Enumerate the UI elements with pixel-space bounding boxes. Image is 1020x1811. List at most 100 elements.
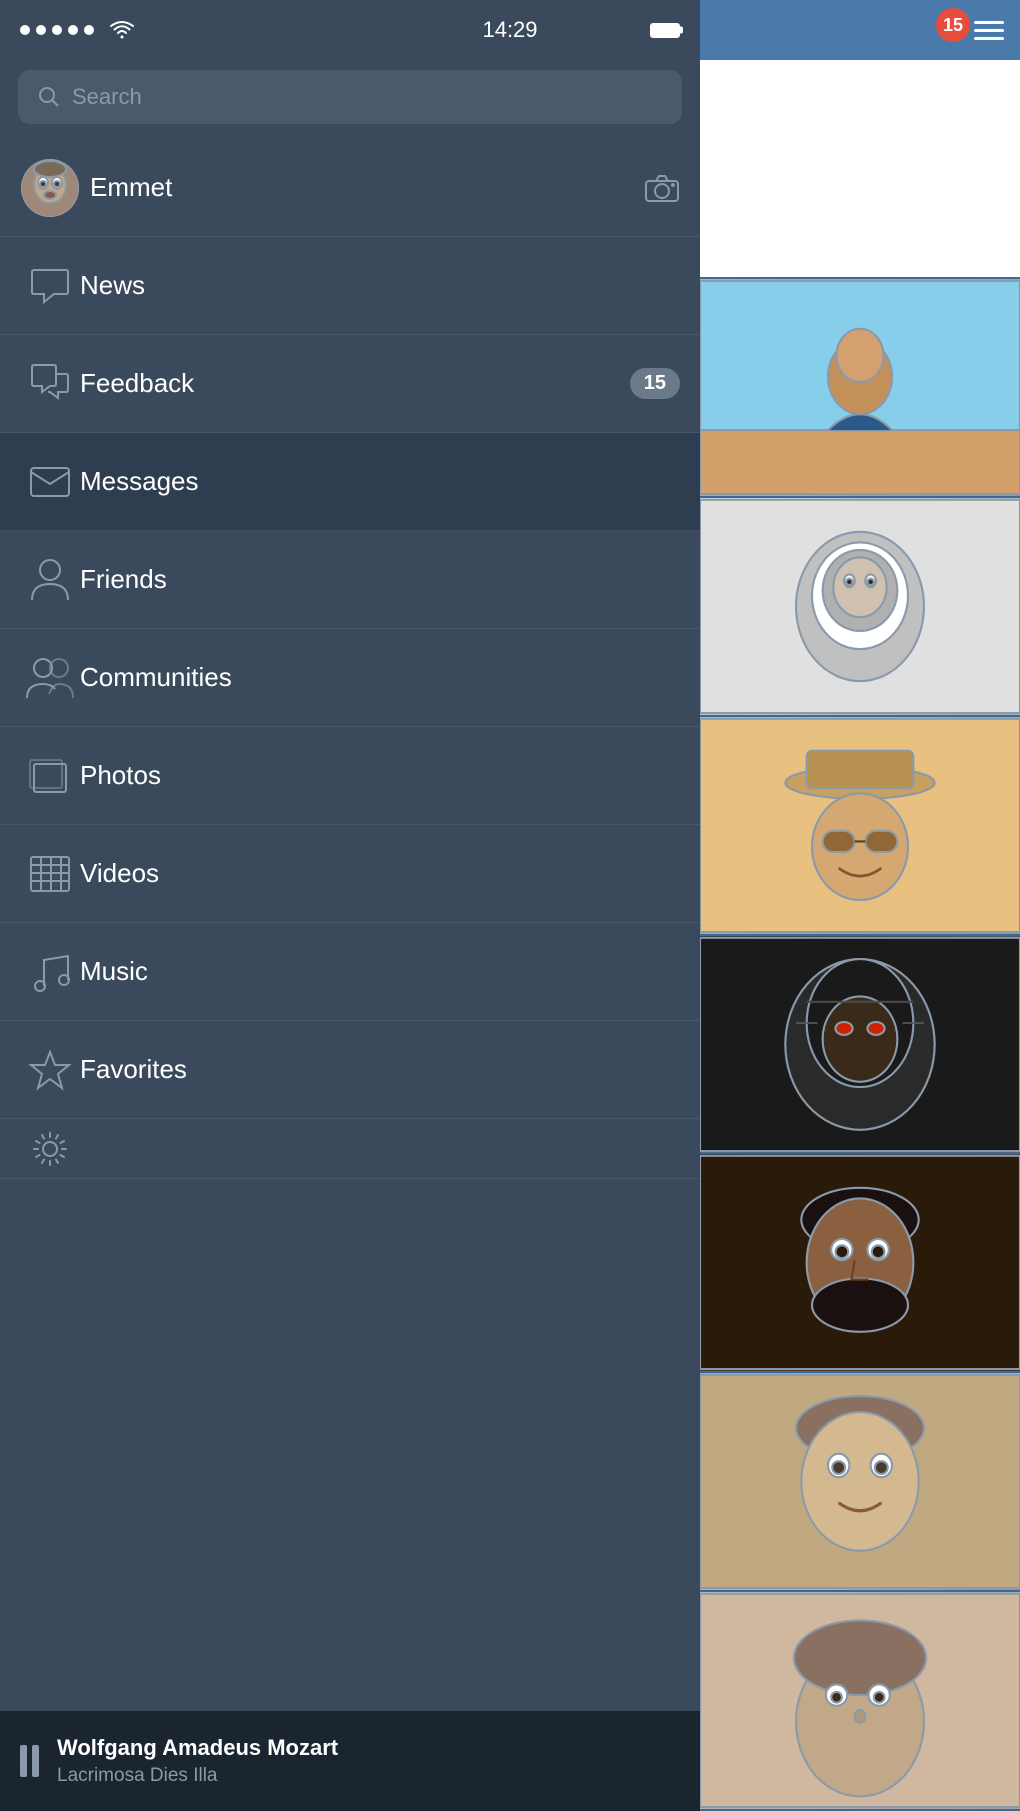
feed-item[interactable] bbox=[700, 279, 1020, 498]
search-placeholder: Search bbox=[72, 84, 142, 110]
feed-item[interactable] bbox=[700, 1373, 1020, 1592]
feedback-label: Feedback bbox=[80, 368, 630, 399]
feed-image-svg bbox=[700, 498, 1020, 715]
search-icon bbox=[38, 86, 60, 108]
wifi-icon bbox=[108, 19, 136, 41]
mail-icon bbox=[28, 464, 72, 500]
messages-icon-container bbox=[20, 464, 80, 500]
search-bar[interactable]: Search bbox=[18, 70, 682, 124]
chat-bubble-icon bbox=[28, 362, 72, 406]
music-info: Wolfgang Amadeus Mozart Lacrimosa Dies I… bbox=[57, 1735, 338, 1787]
news-icon-container bbox=[20, 266, 80, 306]
hamburger-line bbox=[974, 29, 1004, 32]
sidebar-item-videos[interactable]: Videos bbox=[0, 825, 700, 923]
photos-label: Photos bbox=[80, 760, 680, 791]
videos-label: Videos bbox=[80, 858, 680, 889]
profile-name: Emmet bbox=[90, 172, 644, 203]
feed-item[interactable] bbox=[700, 498, 1020, 717]
signal-dot bbox=[68, 25, 78, 35]
sidebar-item-favorites[interactable]: Favorites bbox=[0, 1021, 700, 1119]
pause-bar-left bbox=[20, 1745, 27, 1777]
messages-label: Messages bbox=[80, 466, 680, 497]
left-panel: 14:29 Search bbox=[0, 0, 700, 1811]
feed-image-svg bbox=[700, 1154, 1020, 1371]
hamburger-line bbox=[974, 21, 1004, 24]
battery-icon bbox=[650, 23, 680, 38]
music-title: Wolfgang Amadeus Mozart bbox=[57, 1735, 338, 1761]
signal-dot bbox=[20, 25, 30, 35]
sidebar-item-settings[interactable] bbox=[0, 1119, 700, 1179]
feed-image-svg bbox=[700, 1373, 1020, 1590]
friends-label: Friends bbox=[80, 564, 680, 595]
feed-image bbox=[700, 498, 1020, 715]
pause-button[interactable] bbox=[20, 1745, 39, 1777]
feed-image bbox=[700, 717, 1020, 934]
status-time: 14:29 bbox=[482, 17, 537, 43]
music-label: Music bbox=[80, 956, 680, 987]
video-icon bbox=[28, 852, 72, 896]
feed-image-svg bbox=[700, 1592, 1020, 1809]
battery-indicator bbox=[650, 23, 680, 38]
hamburger-line bbox=[974, 37, 1004, 40]
photos-icon bbox=[28, 754, 72, 798]
feed-image-svg bbox=[700, 936, 1020, 1153]
feed-list bbox=[700, 60, 1020, 1811]
feed-item[interactable] bbox=[700, 1592, 1020, 1811]
avatar-image bbox=[21, 159, 79, 217]
right-panel: 15 bbox=[700, 0, 1020, 1811]
camera-icon[interactable] bbox=[644, 173, 680, 203]
signal-dots bbox=[20, 25, 94, 35]
settings-icon-container bbox=[20, 1127, 80, 1171]
hamburger-menu[interactable] bbox=[974, 21, 1004, 40]
favorites-icon-container bbox=[20, 1048, 80, 1092]
feed-item[interactable] bbox=[700, 936, 1020, 1155]
feed-image bbox=[700, 279, 1020, 496]
feed-image-svg bbox=[700, 279, 1020, 496]
avatar-svg bbox=[21, 159, 79, 217]
menu-list: Emmet News bbox=[0, 139, 700, 1711]
feed-image bbox=[700, 1592, 1020, 1809]
feed-image bbox=[700, 936, 1020, 1153]
news-label: News bbox=[80, 270, 680, 301]
feed-image-svg bbox=[700, 717, 1020, 934]
sidebar-item-photos[interactable]: Photos bbox=[0, 727, 700, 825]
music-player-bar[interactable]: Wolfgang Amadeus Mozart Lacrimosa Dies I… bbox=[0, 1711, 700, 1811]
feed-image bbox=[700, 1373, 1020, 1590]
sidebar-item-feedback[interactable]: Feedback 15 bbox=[0, 335, 700, 433]
pause-bar-right bbox=[32, 1745, 39, 1777]
photos-icon-container bbox=[20, 754, 80, 798]
feedback-icon-container bbox=[20, 362, 80, 406]
communities-label: Communities bbox=[80, 662, 680, 693]
sidebar-item-messages[interactable]: Messages bbox=[0, 433, 700, 531]
gear-icon bbox=[28, 1127, 72, 1171]
notification-badge: 15 bbox=[936, 8, 970, 42]
star-icon bbox=[28, 1048, 72, 1092]
videos-icon-container bbox=[20, 852, 80, 896]
feedback-badge: 15 bbox=[630, 368, 680, 399]
user-avatar bbox=[20, 159, 80, 217]
right-header: 15 bbox=[700, 0, 1020, 60]
feed-item[interactable] bbox=[700, 1154, 1020, 1373]
friends-icon-container bbox=[20, 558, 80, 602]
people-icon bbox=[25, 656, 75, 700]
signal-dot bbox=[84, 25, 94, 35]
feed-item[interactable] bbox=[700, 60, 1020, 279]
sidebar-item-friends[interactable]: Friends bbox=[0, 531, 700, 629]
music-icon-container bbox=[20, 950, 80, 994]
sidebar-item-communities[interactable]: Communities bbox=[0, 629, 700, 727]
person-icon bbox=[30, 558, 70, 602]
sidebar-item-profile[interactable]: Emmet bbox=[0, 139, 700, 237]
music-subtitle: Lacrimosa Dies Illa bbox=[57, 1765, 338, 1787]
sidebar-item-news[interactable]: News bbox=[0, 237, 700, 335]
feed-item[interactable] bbox=[700, 717, 1020, 936]
signal-dot bbox=[52, 25, 62, 35]
chat-icon bbox=[28, 266, 72, 306]
sidebar-item-music[interactable]: Music bbox=[0, 923, 700, 1021]
communities-icon-container bbox=[20, 656, 80, 700]
favorites-label: Favorites bbox=[80, 1054, 680, 1085]
feed-image bbox=[700, 1154, 1020, 1371]
music-icon bbox=[30, 950, 70, 994]
status-bar: 14:29 bbox=[0, 0, 700, 60]
signal-dot bbox=[36, 25, 46, 35]
battery-fill bbox=[652, 25, 678, 36]
